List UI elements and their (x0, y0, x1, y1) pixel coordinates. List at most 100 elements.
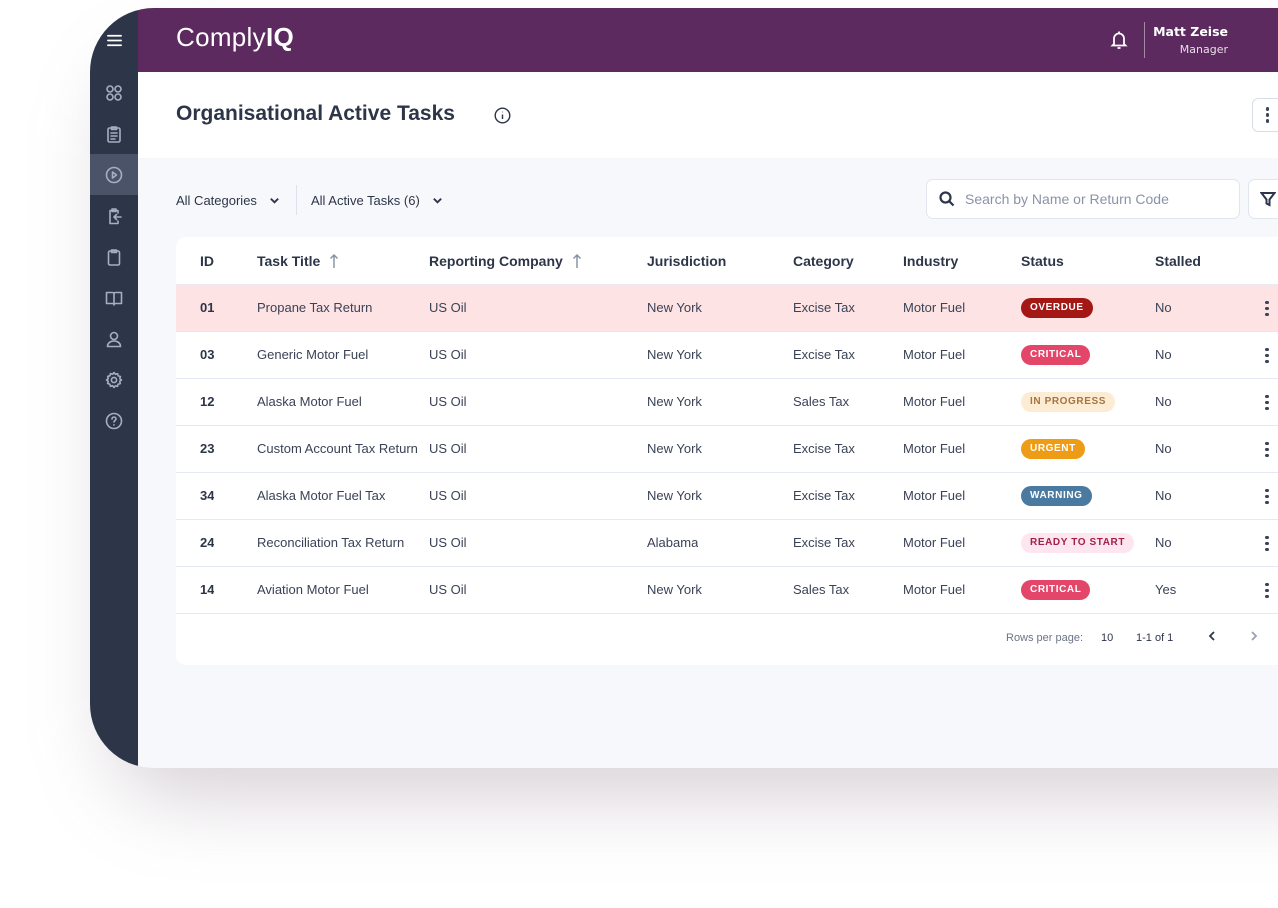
rows-per-page-select[interactable]: 10 (1101, 632, 1113, 644)
sidebar-item-help[interactable] (90, 400, 138, 441)
rows-per-page-label: Rows per page: (1006, 632, 1083, 644)
row-actions-button[interactable] (1264, 489, 1270, 505)
sidebar-item-settings[interactable] (90, 359, 138, 400)
row-actions-button[interactable] (1264, 395, 1270, 411)
clipboard-list-icon (105, 125, 123, 143)
cell-stalled: No (1155, 441, 1172, 456)
page-more-button[interactable] (1252, 98, 1278, 132)
table-row[interactable]: 23Custom Account Tax ReturnUS OilNew Yor… (176, 426, 1278, 473)
cell-reporting-company: US Oil (429, 347, 467, 362)
user-icon (105, 330, 123, 348)
column-header-status[interactable]: Status (1021, 253, 1064, 269)
next-page-button[interactable] (1248, 630, 1262, 644)
sidebar-item-dashboard[interactable] (90, 72, 138, 113)
cell-jurisdiction: New York (647, 347, 702, 362)
user-name: Matt Zeise (1153, 24, 1228, 39)
page-header: Organisational Active Tasks (138, 72, 1278, 158)
column-header-category[interactable]: Category (793, 253, 854, 269)
task-scope-dropdown-label: All Active Tasks (6) (311, 193, 420, 208)
column-header-id[interactable]: ID (200, 253, 214, 269)
category-dropdown[interactable]: All Categories (176, 193, 280, 208)
pagination: Rows per page: 10 1-1 of 1 (176, 627, 1278, 651)
book-open-icon (105, 289, 123, 307)
play-circle-icon (105, 166, 123, 184)
cell-id: 34 (200, 488, 214, 503)
top-bar: ComplyIQ Matt Zeise Manager (138, 8, 1278, 72)
table-row[interactable]: 12Alaska Motor FuelUS OilNew YorkSales T… (176, 379, 1278, 426)
page-info-button[interactable] (494, 107, 511, 124)
cell-reporting-company: US Oil (429, 394, 467, 409)
filter-bar: All Categories All Active Tasks (6) (176, 184, 443, 216)
sidebar-menu-toggle[interactable] (90, 8, 138, 72)
notifications-button[interactable] (1110, 30, 1128, 50)
sidebar-item-tasks[interactable] (90, 113, 138, 154)
cell-stalled: No (1155, 488, 1172, 503)
app-window: ComplyIQ Matt Zeise Manager Organisation… (90, 8, 1278, 768)
cell-id: 23 (200, 441, 214, 456)
chevron-right-icon (1248, 630, 1260, 642)
table-row[interactable]: 14Aviation Motor FuelUS OilNew YorkSales… (176, 567, 1278, 614)
table-row[interactable]: 01Propane Tax ReturnUS OilNew YorkExcise… (176, 285, 1278, 332)
status-badge: URGENT (1021, 439, 1085, 459)
search-input[interactable] (965, 191, 1225, 207)
row-actions-button[interactable] (1264, 442, 1270, 458)
logo-text-light: Comply (176, 22, 266, 52)
filter-funnel-icon (1260, 191, 1276, 207)
app-logo[interactable]: ComplyIQ (176, 22, 294, 53)
top-bar-divider (1144, 22, 1145, 58)
sidebar-item-clipboard[interactable] (90, 236, 138, 277)
cell-jurisdiction: New York (647, 300, 702, 315)
row-actions-button[interactable] (1264, 301, 1270, 317)
cell-id: 03 (200, 347, 214, 362)
tasks-table: ID Task Title Reporting Company Jurisdic… (176, 237, 1278, 665)
more-vertical-icon (1264, 442, 1270, 457)
row-actions-button[interactable] (1264, 348, 1270, 364)
sidebar-item-imports[interactable] (90, 195, 138, 236)
column-header-reporting-company[interactable]: Reporting Company (429, 253, 583, 269)
cell-industry: Motor Fuel (903, 535, 965, 550)
sidebar-item-active-tasks[interactable] (90, 154, 138, 195)
status-badge: CRITICAL (1021, 580, 1090, 600)
page-range: 1-1 of 1 (1136, 632, 1173, 644)
clipboard-icon (105, 248, 123, 266)
table-row[interactable]: 03 Generic Motor Fuel US Oil New York Excise… (176, 332, 1278, 379)
more-vertical-icon (1264, 489, 1270, 504)
status-badge: IN PROGRESS (1021, 392, 1115, 412)
cell-category: Excise Tax (793, 441, 855, 456)
cell-stalled: Yes (1155, 582, 1176, 597)
task-scope-dropdown[interactable]: All Active Tasks (6) (311, 193, 443, 208)
sort-ascending-icon (328, 253, 340, 269)
status-badge: READY TO START (1021, 533, 1134, 553)
sidebar-item-library[interactable] (90, 277, 138, 318)
cell-jurisdiction: New York (647, 582, 702, 597)
cell-reporting-company: US Oil (429, 582, 467, 597)
more-vertical-icon (1266, 107, 1269, 122)
cell-reporting-company: US Oil (429, 488, 467, 503)
sidebar-item-users[interactable] (90, 318, 138, 359)
cell-jurisdiction: Alabama (647, 535, 698, 550)
table-row[interactable]: 24Reconciliation Tax ReturnUS OilAlabama… (176, 520, 1278, 567)
filter-button[interactable] (1248, 179, 1278, 219)
cell-stalled: No (1155, 394, 1172, 409)
status-badge: OVERDUE (1021, 298, 1093, 318)
cell-category: Excise Tax (793, 535, 855, 550)
column-header-jurisdiction[interactable]: Jurisdiction (647, 253, 726, 269)
row-actions-button[interactable] (1264, 583, 1270, 599)
column-header-industry[interactable]: Industry (903, 253, 958, 269)
cell-task-title: Alaska Motor Fuel (257, 394, 362, 409)
settings-gear-icon (105, 371, 123, 389)
cell-stalled: No (1155, 300, 1172, 315)
cell-stalled: No (1155, 347, 1172, 362)
stage: ComplyIQ Matt Zeise Manager Organisation… (0, 0, 1278, 908)
logo-text-bold: IQ (266, 22, 294, 52)
more-vertical-icon (1264, 348, 1270, 363)
user-role: Manager (1180, 43, 1228, 56)
table-row[interactable]: 34Alaska Motor Fuel TaxUS OilNew YorkExc… (176, 473, 1278, 520)
row-actions-button[interactable] (1264, 536, 1270, 552)
previous-page-button[interactable] (1206, 630, 1220, 644)
cell-category: Excise Tax (793, 347, 855, 362)
cell-task-title: Generic Motor Fuel (257, 347, 368, 362)
column-header-task-title[interactable]: Task Title (257, 253, 340, 269)
column-header-stalled[interactable]: Stalled (1155, 253, 1201, 269)
cell-reporting-company: US Oil (429, 441, 467, 456)
